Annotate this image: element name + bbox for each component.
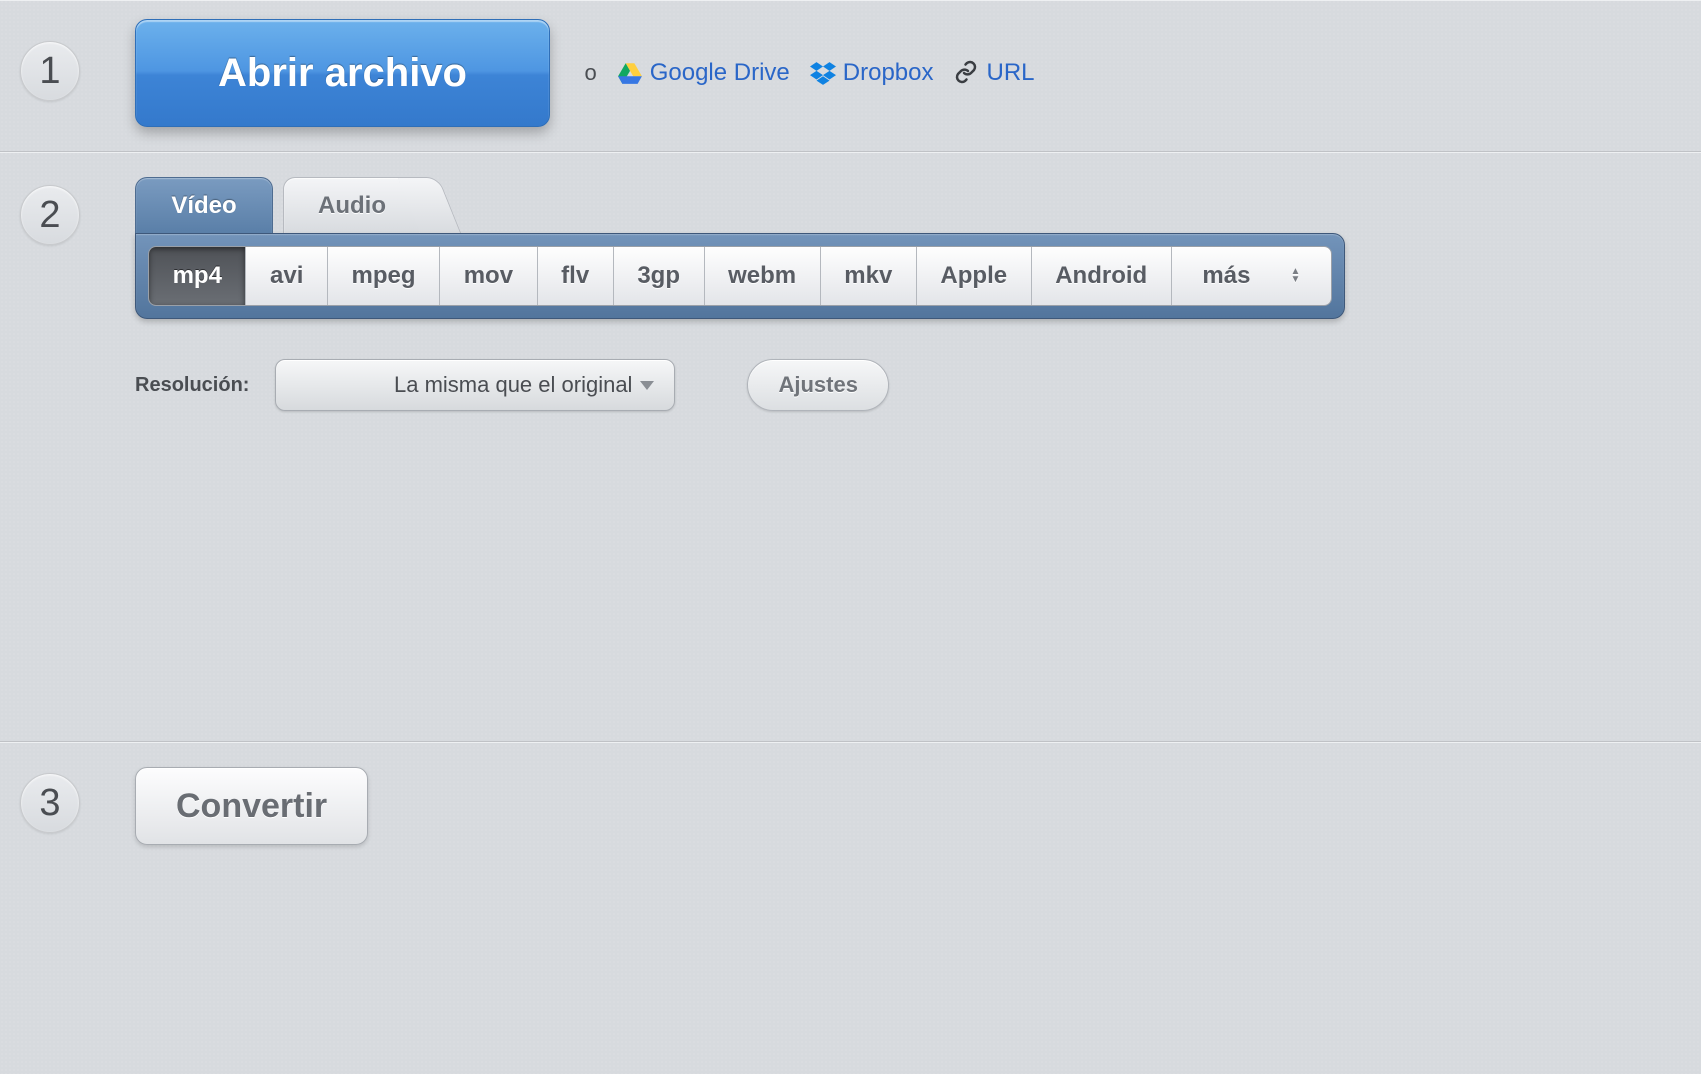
step-badge-2: 2 xyxy=(20,185,80,245)
format-android[interactable]: Android xyxy=(1032,247,1172,305)
or-label: o xyxy=(584,60,596,86)
link-icon xyxy=(953,60,979,86)
google-drive-icon xyxy=(617,60,643,86)
resolution-value: La misma que el original xyxy=(394,372,632,398)
format-3gp[interactable]: 3gp xyxy=(614,247,705,305)
format-mov[interactable]: mov xyxy=(440,247,537,305)
options-row: Resolución: La misma que el original Aju… xyxy=(135,359,1701,411)
settings-button[interactable]: Ajustes xyxy=(747,359,888,411)
open-file-button[interactable]: Abrir archivo xyxy=(135,19,550,127)
stepper-icon: ▲▼ xyxy=(1290,269,1300,283)
file-sources-row: o Google Drive Dropbox URL xyxy=(584,19,1034,127)
format-bar: mp4 avi mpeg mov flv 3gp webm mkv Apple … xyxy=(148,246,1332,306)
media-tabs: Vídeo Audio xyxy=(135,177,1701,233)
format-webm[interactable]: webm xyxy=(705,247,821,305)
dropbox-label: Dropbox xyxy=(843,59,934,87)
google-drive-label: Google Drive xyxy=(650,59,790,87)
format-bar-container: mp4 avi mpeg mov flv 3gp webm mkv Apple … xyxy=(135,233,1345,319)
format-flv[interactable]: flv xyxy=(538,247,614,305)
chevron-down-icon xyxy=(640,381,654,390)
step-badge-1: 1 xyxy=(20,41,80,101)
format-mkv[interactable]: mkv xyxy=(821,247,917,305)
step-2-section: 2 Vídeo Audio mp4 avi mpeg mov flv 3gp w… xyxy=(0,152,1701,742)
format-avi[interactable]: avi xyxy=(246,247,328,305)
format-more[interactable]: más ▲▼ xyxy=(1172,247,1331,305)
step-1-section: 1 Abrir archivo o Google Drive Dropbox xyxy=(0,0,1701,152)
format-more-label: más xyxy=(1202,262,1250,290)
dropbox-icon xyxy=(810,60,836,86)
format-apple[interactable]: Apple xyxy=(917,247,1032,305)
convert-button[interactable]: Convertir xyxy=(135,767,368,845)
url-label: URL xyxy=(986,59,1034,87)
url-link[interactable]: URL xyxy=(953,59,1034,87)
resolution-select[interactable]: La misma que el original xyxy=(275,359,675,411)
tab-video[interactable]: Vídeo xyxy=(135,177,273,233)
format-mpeg[interactable]: mpeg xyxy=(328,247,440,305)
dropbox-link[interactable]: Dropbox xyxy=(810,59,934,87)
step-badge-3: 3 xyxy=(20,773,80,833)
resolution-label: Resolución: xyxy=(135,374,249,397)
google-drive-link[interactable]: Google Drive xyxy=(617,59,790,87)
tab-audio[interactable]: Audio xyxy=(283,177,421,233)
format-mp4[interactable]: mp4 xyxy=(149,247,246,305)
step-3-section: 3 Convertir xyxy=(0,742,1701,1072)
